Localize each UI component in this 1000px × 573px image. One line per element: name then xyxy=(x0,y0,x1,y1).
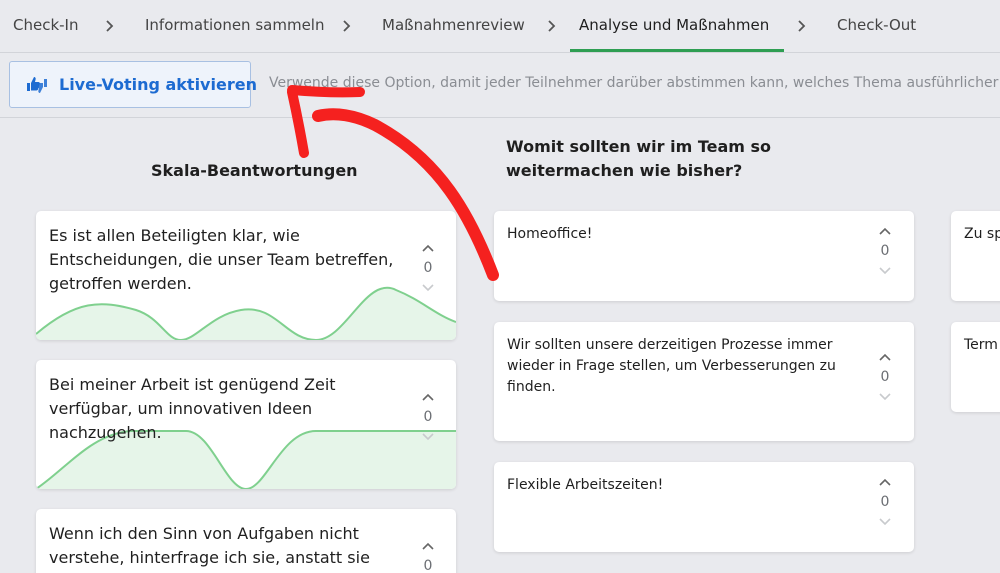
retro-board-screen: Check-In Informationen sammeln Maßnahmen… xyxy=(0,0,1000,573)
scale-column-heading: Skala-Beantwortungen xyxy=(151,161,358,180)
chevron-up-icon[interactable] xyxy=(878,353,892,362)
scale-card[interactable]: Bei meiner Arbeit ist genügend Zeit verf… xyxy=(36,360,456,489)
chevron-up-icon[interactable] xyxy=(421,542,435,551)
continue-card[interactable]: Homeoffice! 0 xyxy=(494,211,914,301)
stepper-nav: Check-In Informationen sammeln Maßnahmen… xyxy=(0,0,1000,53)
third-column-card[interactable]: Term xyxy=(951,322,1000,412)
chevron-down-icon[interactable] xyxy=(421,283,435,292)
toolbar: Live-Voting aktivieren Verwende diese Op… xyxy=(0,53,1000,118)
chevron-up-icon[interactable] xyxy=(421,244,435,253)
chevron-down-icon[interactable] xyxy=(878,392,892,401)
continue-card[interactable]: Wir sollten unsere derzeitigen Prozesse … xyxy=(494,322,914,441)
vote-control: 0 xyxy=(418,393,438,441)
step-massnahmenreview[interactable]: Maßnahmenreview xyxy=(382,16,525,34)
thumbs-vote-icon xyxy=(27,77,47,93)
scale-card[interactable]: Wenn ich den Sinn von Aufgaben nicht ver… xyxy=(36,509,456,573)
voting-hint-text: Verwende diese Option, damit jeder Teiln… xyxy=(269,75,1000,91)
step-check-out[interactable]: Check-Out xyxy=(837,16,916,34)
vote-count: 0 xyxy=(880,369,890,385)
chevron-right-icon xyxy=(343,20,351,32)
chevron-up-icon[interactable] xyxy=(878,478,892,487)
vote-count: 0 xyxy=(423,558,433,573)
vote-count: 0 xyxy=(880,243,890,259)
continue-card[interactable]: Flexible Arbeitszeiten! 0 xyxy=(494,462,914,552)
scale-card-text: Wenn ich den Sinn von Aufgaben nicht ver… xyxy=(49,524,370,567)
vote-control: 0 xyxy=(418,244,438,292)
chevron-down-icon[interactable] xyxy=(421,432,435,441)
chevron-down-icon[interactable] xyxy=(878,266,892,275)
scale-card[interactable]: Es ist allen Beteiligten klar, wie Entsc… xyxy=(36,211,456,340)
step-informationen-sammeln[interactable]: Informationen sammeln xyxy=(145,16,324,34)
live-voting-label: Live-Voting aktivieren xyxy=(59,75,257,94)
vote-count: 0 xyxy=(423,409,433,425)
live-voting-button[interactable]: Live-Voting aktivieren xyxy=(9,61,257,108)
vote-control: 0 xyxy=(875,478,895,526)
chevron-up-icon[interactable] xyxy=(878,227,892,236)
continue-column-heading: Womit sollten wir im Team so weitermache… xyxy=(506,137,772,180)
chevron-up-icon[interactable] xyxy=(421,393,435,402)
vote-count: 0 xyxy=(423,260,433,276)
continue-card-text: Homeoffice! xyxy=(507,226,593,242)
continue-card-text: Wir sollten unsere derzeitigen Prozesse … xyxy=(507,337,836,395)
active-step-indicator xyxy=(570,49,784,52)
vote-control: 0 xyxy=(875,353,895,401)
vote-control: 0 xyxy=(418,542,438,573)
third-column-card[interactable]: Zu sp xyxy=(951,211,1000,301)
continue-card-text: Flexible Arbeitszeiten! xyxy=(507,477,664,493)
chevron-right-icon xyxy=(106,20,114,32)
third-card-text: Term xyxy=(964,337,998,353)
scale-card-text: Bei meiner Arbeit ist genügend Zeit verf… xyxy=(49,375,336,442)
vote-count: 0 xyxy=(880,494,890,510)
step-check-in[interactable]: Check-In xyxy=(13,16,79,34)
step-analyse-und-massnahmen[interactable]: Analyse und Maßnahmen xyxy=(579,16,769,34)
scale-card-text: Es ist allen Beteiligten klar, wie Entsc… xyxy=(49,226,394,293)
vote-control: 0 xyxy=(875,227,895,275)
third-card-text: Zu sp xyxy=(964,226,1000,242)
chevron-down-icon[interactable] xyxy=(878,517,892,526)
chevron-right-icon xyxy=(548,20,556,32)
chevron-right-icon xyxy=(798,20,806,32)
